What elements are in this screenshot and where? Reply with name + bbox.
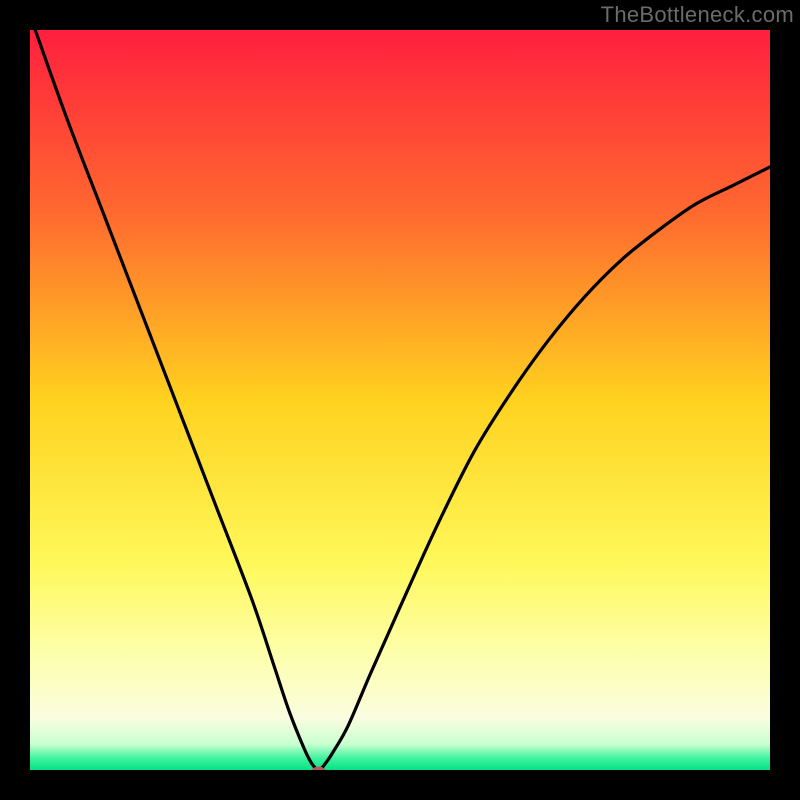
chart-frame: TheBottleneck.com xyxy=(0,0,800,800)
plot-background xyxy=(30,30,770,770)
watermark-text: TheBottleneck.com xyxy=(601,2,794,28)
optimum-marker xyxy=(312,767,326,776)
bottleneck-chart xyxy=(0,0,800,800)
